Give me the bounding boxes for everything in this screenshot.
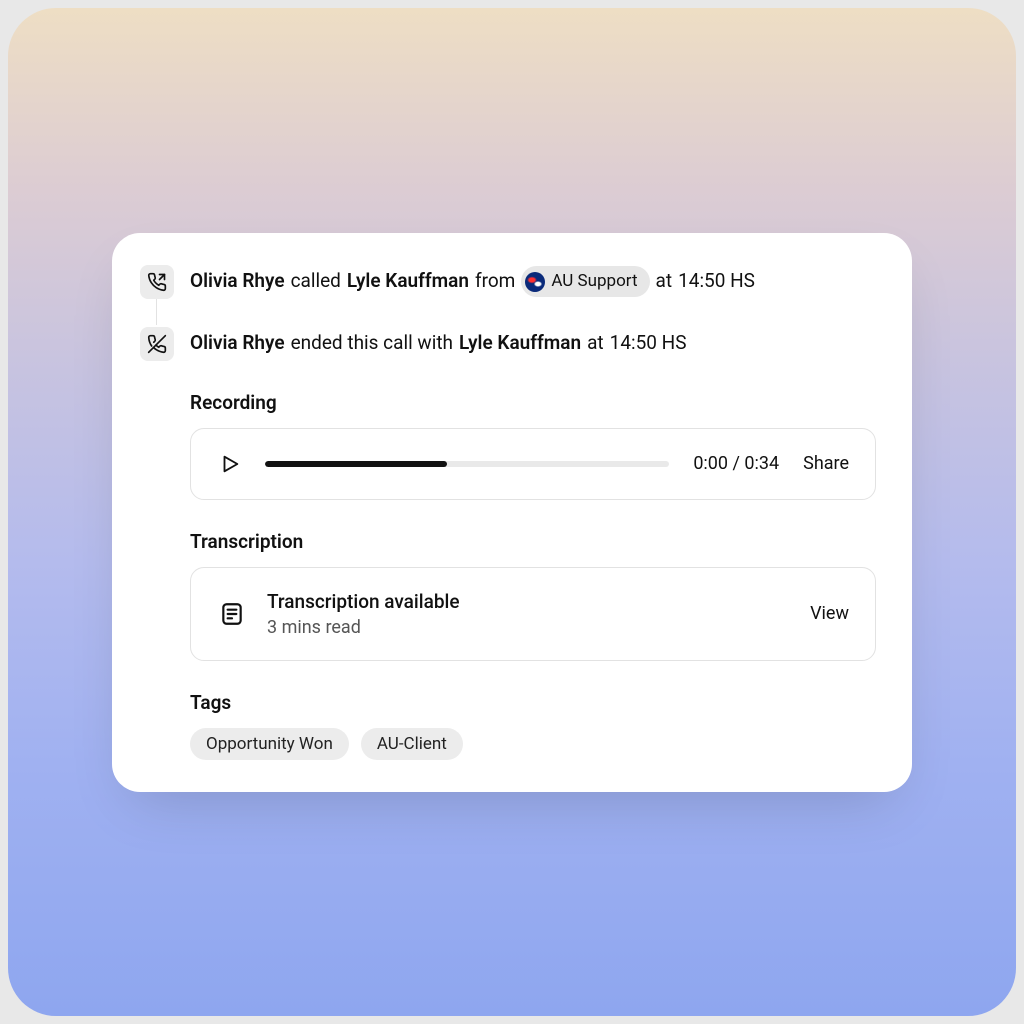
- event-call-started: Olivia Rhye called Lyle Kauffman from AU…: [140, 265, 876, 299]
- au-flag-icon: [525, 272, 545, 292]
- play-icon: [219, 453, 241, 475]
- transcription-subtitle: 3 mins read: [267, 617, 790, 638]
- view-button[interactable]: View: [810, 603, 849, 624]
- verb: ended this call with: [291, 329, 453, 358]
- caller-name: Olivia Rhye: [190, 267, 285, 296]
- source-chip[interactable]: AU Support: [521, 266, 649, 298]
- tag-chip[interactable]: Opportunity Won: [190, 728, 349, 760]
- timeline-connector: [156, 299, 157, 325]
- event-time: 14:50 HS: [610, 329, 687, 358]
- recording-section: Recording 0:00 / 0:34 Share: [190, 391, 876, 500]
- phone-outgoing-icon: [140, 265, 174, 299]
- event-text: Olivia Rhye ended this call with Lyle Ka…: [190, 329, 687, 358]
- transcription-title: Transcription available: [267, 590, 790, 613]
- time-prefix: at: [656, 267, 673, 296]
- source-label: AU Support: [551, 269, 637, 295]
- time-prefix: at: [587, 329, 604, 358]
- transcription-panel: Transcription available 3 mins read View: [190, 567, 876, 661]
- callee-name: Lyle Kauffman: [459, 329, 581, 358]
- event-time: 14:50 HS: [678, 267, 755, 296]
- progress-track[interactable]: [265, 461, 669, 467]
- gradient-backdrop: Olivia Rhye called Lyle Kauffman from AU…: [8, 8, 1016, 1016]
- document-icon: [217, 599, 247, 629]
- tags-row: Opportunity Won AU-Client: [190, 728, 876, 760]
- from-word: from: [475, 267, 515, 296]
- caller-name: Olivia Rhye: [190, 329, 285, 358]
- total-time: 0:34: [744, 453, 779, 474]
- tags-heading: Tags: [190, 691, 876, 714]
- event-call-ended: Olivia Rhye ended this call with Lyle Ka…: [140, 327, 876, 361]
- recording-player: 0:00 / 0:34 Share: [190, 428, 876, 500]
- tags-section: Tags Opportunity Won AU-Client: [190, 691, 876, 760]
- time-separator: /: [733, 453, 740, 474]
- phone-off-icon: [140, 327, 174, 361]
- time-display: 0:00 / 0:34: [693, 453, 779, 474]
- transcription-text: Transcription available 3 mins read: [267, 590, 790, 638]
- verb: called: [291, 267, 341, 296]
- progress-fill: [265, 461, 447, 467]
- call-activity-card: Olivia Rhye called Lyle Kauffman from AU…: [112, 233, 912, 792]
- play-button[interactable]: [217, 451, 243, 477]
- tag-chip[interactable]: AU-Client: [361, 728, 463, 760]
- transcription-section: Transcription Transcription available 3 …: [190, 530, 876, 661]
- callee-name: Lyle Kauffman: [347, 267, 469, 296]
- elapsed-time: 0:00: [693, 453, 728, 474]
- event-text: Olivia Rhye called Lyle Kauffman from AU…: [190, 266, 755, 298]
- recording-heading: Recording: [190, 391, 876, 414]
- transcription-heading: Transcription: [190, 530, 876, 553]
- share-button[interactable]: Share: [803, 453, 849, 474]
